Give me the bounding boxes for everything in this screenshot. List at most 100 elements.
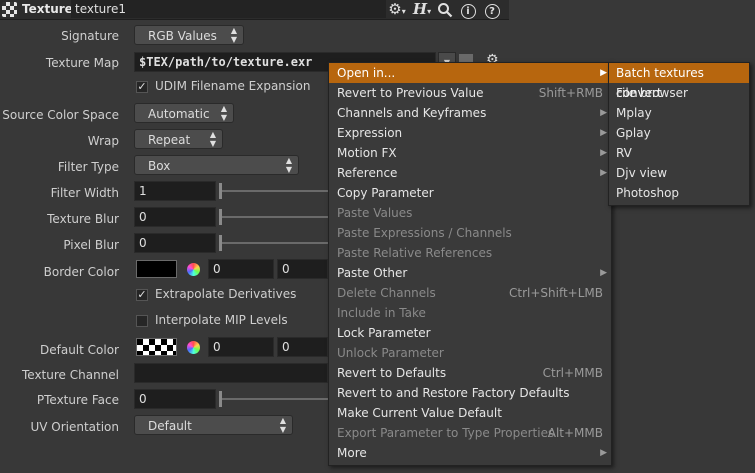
source-color-space-label: Source Color Space bbox=[2, 108, 119, 122]
texture-channel-label: Texture Channel bbox=[21, 368, 119, 382]
submenu-item-mplay[interactable]: Mplay bbox=[609, 103, 749, 123]
default-color-g-field[interactable]: 0 bbox=[277, 337, 328, 357]
menu-item-label: Include in Take bbox=[337, 306, 426, 320]
menu-item-label: Export Parameter to Type Properties bbox=[337, 426, 555, 440]
udim-checkbox[interactable]: ✓ bbox=[136, 81, 148, 93]
udim-label: UDIM Filename Expansion bbox=[155, 79, 311, 93]
submenu-item-batch-textures-convert[interactable]: Batch textures convert bbox=[609, 63, 749, 100]
texture-blur-slider-handle[interactable] bbox=[219, 209, 222, 225]
submenu-item-photoshop[interactable]: Photoshop bbox=[609, 183, 749, 203]
node-name-field[interactable]: texture1 bbox=[71, 0, 386, 18]
default-color-swatch[interactable] bbox=[136, 338, 177, 356]
houdini-h-icon[interactable]: H▾ bbox=[411, 0, 433, 19]
texture-channel-field[interactable] bbox=[134, 363, 328, 383]
submenu-item-file-browser[interactable]: File browser bbox=[609, 83, 749, 103]
menu-item-make-current-value-default[interactable]: Make Current Value Default bbox=[329, 403, 611, 423]
color-wheel-icon[interactable] bbox=[187, 341, 200, 354]
menu-item-label: Expression bbox=[337, 126, 403, 140]
ptexture-face-slider[interactable] bbox=[219, 398, 328, 400]
interpolate-mip-checkbox[interactable] bbox=[136, 315, 148, 327]
ptexture-face-slider-handle[interactable] bbox=[219, 391, 222, 407]
filter-width-slider[interactable] bbox=[219, 190, 328, 192]
menu-item-label: Revert to Defaults bbox=[337, 366, 447, 380]
menu-item-include-in-take: Include in Take bbox=[329, 303, 611, 323]
pixel-blur-slider-handle[interactable] bbox=[219, 235, 222, 251]
menu-item-label: Motion FX bbox=[337, 146, 397, 160]
updown-arrow-icon: ▲ ▼ bbox=[279, 416, 286, 434]
menu-item-expression[interactable]: Expression ▶ bbox=[329, 123, 611, 143]
menu-item-copy-parameter[interactable]: Copy Parameter bbox=[329, 183, 611, 203]
menu-item-label: Revert to Previous Value bbox=[337, 86, 484, 100]
uv-orientation-value: Default bbox=[148, 419, 192, 433]
source-color-space-dropdown[interactable]: Automatic ▲ ▼ bbox=[134, 103, 234, 123]
signature-dropdown[interactable]: RGB Values ▲ ▼ bbox=[134, 25, 244, 45]
filter-width-field[interactable]: 1 bbox=[134, 181, 216, 201]
pixel-blur-slider[interactable] bbox=[219, 242, 328, 244]
border-color-label: Border Color bbox=[43, 265, 119, 279]
open-in-submenu: Batch textures convert File browser Mplay G… bbox=[608, 62, 750, 206]
submenu-arrow-icon: ▶ bbox=[600, 128, 607, 138]
menu-item-shortcut: Ctrl+MMB bbox=[542, 366, 603, 380]
submenu-arrow-icon: ▶ bbox=[600, 448, 607, 458]
menu-item-revert-to-defaults[interactable]: Revert to Defaults Ctrl+MMB bbox=[329, 363, 611, 383]
menu-item-revert-to-and-restore-factory-defaults[interactable]: Revert to and Restore Factory Defaults bbox=[329, 383, 611, 403]
source-color-space-value: Automatic bbox=[148, 107, 210, 121]
submenu-item-rv[interactable]: RV bbox=[609, 143, 749, 163]
menu-item-paste-other[interactable]: Paste Other ▶ bbox=[329, 263, 611, 283]
submenu-item-label: RV bbox=[616, 146, 632, 160]
submenu-arrow-icon: ▶ bbox=[600, 68, 607, 78]
submenu-item-gplay[interactable]: Gplay bbox=[609, 123, 749, 143]
menu-item-label: Make Current Value Default bbox=[337, 406, 502, 420]
wrap-label: Wrap bbox=[87, 134, 119, 148]
default-color-r-field[interactable]: 0 bbox=[208, 337, 274, 357]
menu-item-motion-fx[interactable]: Motion FX ▶ bbox=[329, 143, 611, 163]
menu-item-more[interactable]: More ▶ bbox=[329, 443, 611, 463]
updown-arrow-icon: ▲ ▼ bbox=[209, 130, 216, 148]
submenu-item-label: Djv view bbox=[616, 166, 668, 180]
extrapolate-checkbox[interactable]: ✓ bbox=[136, 289, 148, 301]
menu-item-revert-to-previous-value[interactable]: Revert to Previous Value Shift+RMB bbox=[329, 83, 611, 103]
filter-width-slider-handle[interactable] bbox=[219, 183, 222, 199]
submenu-item-label: File browser bbox=[616, 86, 688, 100]
border-color-g-field[interactable]: 0 bbox=[277, 259, 328, 279]
updown-arrow-icon: ▲ ▼ bbox=[220, 104, 227, 122]
menu-item-label: Paste Expressions / Channels bbox=[337, 226, 512, 240]
gear-icon[interactable]: ⚙▾ bbox=[386, 0, 408, 19]
filter-type-dropdown[interactable]: Box ▲ ▼ bbox=[134, 155, 299, 175]
menu-item-reference[interactable]: Reference ▶ bbox=[329, 163, 611, 183]
menu-item-label: Channels and Keyframes bbox=[337, 106, 487, 120]
texture-blur-slider[interactable] bbox=[219, 216, 328, 218]
interpolate-mip-label: Interpolate MIP Levels bbox=[155, 313, 288, 327]
menu-item-label: Lock Parameter bbox=[337, 326, 431, 340]
menu-item-paste-values: Paste Values bbox=[329, 203, 611, 223]
info-icon[interactable]: i bbox=[459, 0, 477, 19]
help-icon[interactable]: ? bbox=[483, 0, 501, 19]
filter-type-label: Filter Type bbox=[57, 160, 119, 174]
border-color-swatch[interactable] bbox=[136, 260, 177, 278]
submenu-item-djv-view[interactable]: Djv view bbox=[609, 163, 749, 183]
menu-item-channels-and-keyframes[interactable]: Channels and Keyframes ▶ bbox=[329, 103, 611, 123]
ptexture-face-field[interactable]: 0 bbox=[134, 389, 216, 409]
border-color-r-field[interactable]: 0 bbox=[208, 259, 274, 279]
submenu-item-label: Photoshop bbox=[616, 186, 680, 200]
menu-item-label: Reference bbox=[337, 166, 398, 180]
updown-arrow-icon: ▲ ▼ bbox=[285, 156, 292, 174]
pixel-blur-field[interactable]: 0 bbox=[134, 233, 216, 253]
menu-item-label: Paste Values bbox=[337, 206, 413, 220]
search-icon[interactable] bbox=[434, 0, 456, 19]
uv-orientation-dropdown[interactable]: Default ▲ ▼ bbox=[134, 415, 293, 435]
submenu-arrow-icon: ▶ bbox=[600, 108, 607, 118]
menu-item-paste-expressions-channels: Paste Expressions / Channels bbox=[329, 223, 611, 243]
texture-blur-label: Texture Blur bbox=[47, 212, 119, 226]
menu-item-label: More bbox=[337, 446, 367, 460]
texture-blur-field[interactable]: 0 bbox=[134, 207, 216, 227]
menu-item-shortcut: Shift+RMB bbox=[538, 86, 603, 100]
ptexture-face-label: PTexture Face bbox=[36, 393, 119, 407]
menu-item-open-in[interactable]: Open in... ▶ bbox=[329, 63, 611, 83]
menu-item-label: Unlock Parameter bbox=[337, 346, 444, 360]
color-wheel-icon[interactable] bbox=[187, 263, 200, 276]
node-type-label: Texture bbox=[22, 2, 73, 16]
menu-item-lock-parameter[interactable]: Lock Parameter bbox=[329, 323, 611, 343]
wrap-dropdown[interactable]: Repeat ▲ ▼ bbox=[134, 129, 223, 149]
menu-item-export-parameter-to-type-properties: Export Parameter to Type Properties Alt+M… bbox=[329, 423, 611, 443]
